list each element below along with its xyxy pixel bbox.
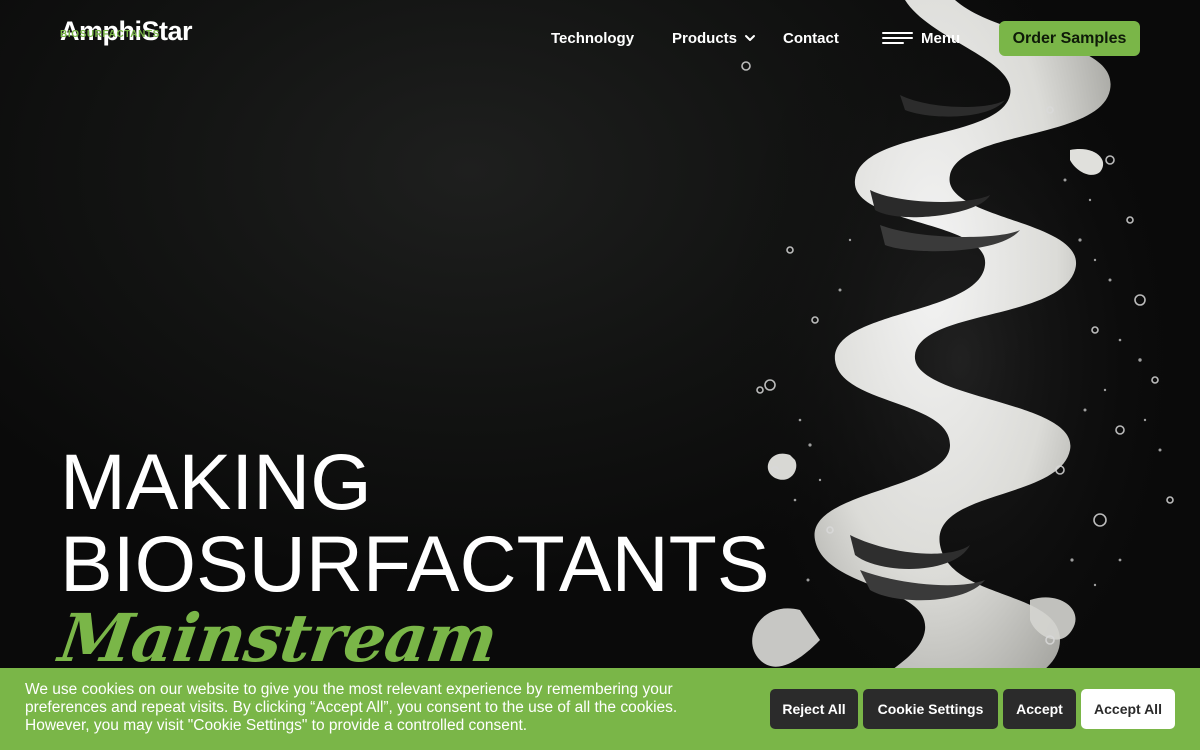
accept-button[interactable]: Accept (1003, 689, 1076, 729)
hamburger-menu-icon (882, 31, 913, 45)
order-samples-button[interactable]: Order Samples (999, 21, 1140, 56)
menu-label: Menu (921, 29, 961, 47)
logo-tagline: BIOSURFACTANTS (60, 29, 160, 40)
nav-products[interactable]: Products (672, 28, 756, 48)
nav-products-label: Products (672, 29, 738, 47)
nav-contact-label: Contact (783, 29, 839, 47)
cookie-settings-button[interactable]: Cookie Settings (863, 689, 998, 729)
chevron-down-icon (745, 35, 756, 41)
hero-headline-script: Mainstream (54, 599, 502, 677)
reject-all-button[interactable]: Reject All (770, 689, 858, 729)
cookie-consent-text: We use cookies on our website to give yo… (25, 681, 678, 734)
nav-technology-label: Technology (551, 29, 635, 47)
nav-contact[interactable]: Contact (783, 28, 839, 48)
nav-technology[interactable]: Technology (551, 28, 634, 48)
hero-section: AmphiStar BIOSURFACTANTS Technology Prod… (0, 0, 1200, 750)
accept-all-button[interactable]: Accept All (1081, 689, 1175, 729)
hero-foam-image (720, 0, 1200, 750)
menu-toggle[interactable]: Menu (882, 28, 960, 48)
hero-headline-line1: MAKING (60, 437, 372, 526)
hero-headline-line2: BIOSURFACTANTS (60, 519, 770, 608)
cookie-consent-bar: We use cookies on our website to give yo… (0, 668, 1200, 750)
